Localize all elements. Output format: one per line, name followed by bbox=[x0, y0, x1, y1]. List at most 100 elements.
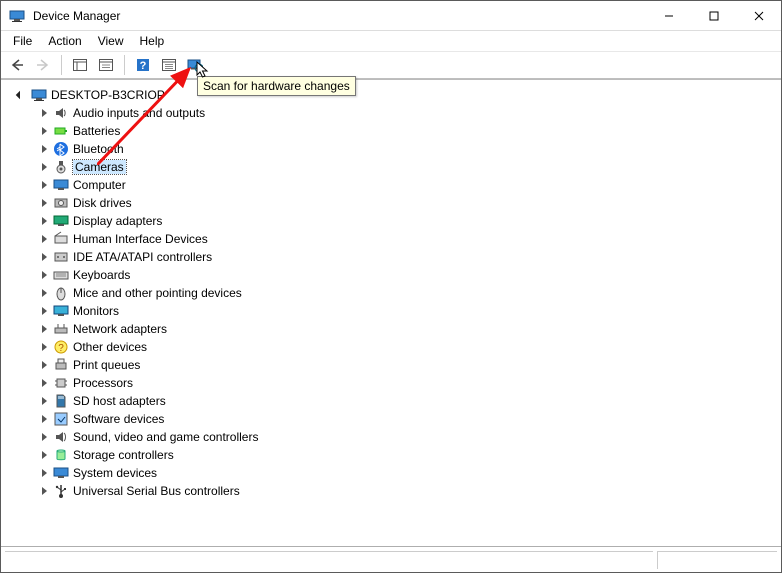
expander-icon[interactable] bbox=[37, 466, 51, 480]
back-button[interactable] bbox=[5, 53, 29, 77]
tree-item-label[interactable]: Software devices bbox=[73, 412, 164, 426]
tree-item[interactable]: Mice and other pointing devices bbox=[11, 284, 779, 302]
close-button[interactable] bbox=[736, 1, 781, 31]
tree-item-label[interactable]: Other devices bbox=[73, 340, 147, 354]
tree-item-label[interactable]: IDE ATA/ATAPI controllers bbox=[73, 250, 212, 264]
tree-item-label[interactable]: Network adapters bbox=[73, 322, 167, 336]
expander-icon[interactable] bbox=[37, 106, 51, 120]
tree-item-label[interactable]: Computer bbox=[73, 178, 126, 192]
toolbar: ? bbox=[1, 51, 781, 79]
tree-item-label[interactable]: Monitors bbox=[73, 304, 119, 318]
tree-item-label[interactable]: Processors bbox=[73, 376, 133, 390]
cpu-icon bbox=[53, 375, 69, 391]
tree-root-label[interactable]: DESKTOP-B3CRIOP bbox=[51, 88, 165, 102]
tree-item[interactable]: Monitors bbox=[11, 302, 779, 320]
camera-icon bbox=[53, 159, 69, 175]
tree-item[interactable]: Network adapters bbox=[11, 320, 779, 338]
sound-icon bbox=[53, 429, 69, 445]
device-tree-pane: DESKTOP-B3CRIOP Audio inputs and outputs B… bbox=[1, 79, 781, 546]
tree-item-label[interactable]: Human Interface Devices bbox=[73, 232, 208, 246]
expander-icon[interactable] bbox=[37, 196, 51, 210]
hid-icon bbox=[53, 231, 69, 247]
tree-item[interactable]: Cameras bbox=[11, 158, 779, 176]
show-hide-console-button[interactable] bbox=[68, 53, 92, 77]
maximize-button[interactable] bbox=[691, 1, 736, 31]
tree-item-label[interactable]: Batteries bbox=[73, 124, 120, 138]
expander-icon[interactable] bbox=[37, 250, 51, 264]
expander-icon[interactable] bbox=[37, 124, 51, 138]
menu-help[interactable]: Help bbox=[132, 32, 173, 50]
tree-item[interactable]: Computer bbox=[11, 176, 779, 194]
tree-item-label[interactable]: Storage controllers bbox=[73, 448, 174, 462]
tree-item[interactable]: Storage controllers bbox=[11, 446, 779, 464]
tree-item[interactable]: Universal Serial Bus controllers bbox=[11, 482, 779, 500]
tree-item[interactable]: Bluetooth bbox=[11, 140, 779, 158]
network-icon bbox=[53, 321, 69, 337]
expander-icon[interactable] bbox=[37, 232, 51, 246]
properties-button[interactable] bbox=[94, 53, 118, 77]
tooltip: Scan for hardware changes bbox=[197, 76, 356, 96]
minimize-button[interactable] bbox=[646, 1, 691, 31]
tree-item-label[interactable]: Universal Serial Bus controllers bbox=[73, 484, 240, 498]
tree-item-label[interactable]: Sound, video and game controllers bbox=[73, 430, 258, 444]
tree-item[interactable]: IDE ATA/ATAPI controllers bbox=[11, 248, 779, 266]
expander-icon[interactable] bbox=[15, 88, 29, 102]
tree-item[interactable]: Sound, video and game controllers bbox=[11, 428, 779, 446]
other-icon: ? bbox=[53, 339, 69, 355]
tree-item[interactable]: Software devices bbox=[11, 410, 779, 428]
tree-item-label[interactable]: Mice and other pointing devices bbox=[73, 286, 242, 300]
forward-button[interactable] bbox=[31, 53, 55, 77]
tree-item[interactable]: SD host adapters bbox=[11, 392, 779, 410]
expander-icon[interactable] bbox=[37, 178, 51, 192]
help-button[interactable]: ? bbox=[131, 53, 155, 77]
expander-icon[interactable] bbox=[37, 358, 51, 372]
expander-icon[interactable] bbox=[37, 340, 51, 354]
expander-icon[interactable] bbox=[37, 376, 51, 390]
expander-icon[interactable] bbox=[37, 448, 51, 462]
tree-item-label[interactable]: System devices bbox=[73, 466, 157, 480]
keyboard-icon bbox=[53, 267, 69, 283]
expander-icon[interactable] bbox=[37, 142, 51, 156]
tree-item[interactable]: System devices bbox=[11, 464, 779, 482]
menu-action[interactable]: Action bbox=[40, 32, 89, 50]
tree-item[interactable]: Human Interface Devices bbox=[11, 230, 779, 248]
device-tree[interactable]: DESKTOP-B3CRIOP Audio inputs and outputs B… bbox=[3, 82, 779, 500]
tree-item[interactable]: ? Other devices bbox=[11, 338, 779, 356]
separator bbox=[124, 55, 125, 75]
tree-item-label[interactable]: Audio inputs and outputs bbox=[73, 106, 205, 120]
actions-button[interactable] bbox=[157, 53, 181, 77]
menu-view[interactable]: View bbox=[90, 32, 132, 50]
expander-icon[interactable] bbox=[37, 430, 51, 444]
tree-item[interactable]: Audio inputs and outputs bbox=[11, 104, 779, 122]
sd-icon bbox=[53, 393, 69, 409]
menubar: File Action View Help bbox=[1, 31, 781, 51]
scan-hardware-button[interactable] bbox=[183, 53, 207, 77]
audio-icon bbox=[53, 105, 69, 121]
ide-icon bbox=[53, 249, 69, 265]
expander-icon[interactable] bbox=[37, 394, 51, 408]
expander-icon[interactable] bbox=[37, 412, 51, 426]
tree-item-label[interactable]: Bluetooth bbox=[73, 142, 124, 156]
expander-icon[interactable] bbox=[37, 484, 51, 498]
menu-file[interactable]: File bbox=[5, 32, 40, 50]
tree-item-label[interactable]: Print queues bbox=[73, 358, 140, 372]
tree-item-label[interactable]: Disk drives bbox=[73, 196, 132, 210]
expander-icon[interactable] bbox=[37, 268, 51, 282]
expander-icon[interactable] bbox=[37, 160, 51, 174]
expander-icon[interactable] bbox=[37, 286, 51, 300]
tree-item-label[interactable]: Keyboards bbox=[73, 268, 130, 282]
tree-item[interactable]: Disk drives bbox=[11, 194, 779, 212]
expander-icon[interactable] bbox=[37, 304, 51, 318]
tree-item-label[interactable]: SD host adapters bbox=[73, 394, 166, 408]
expander-icon[interactable] bbox=[37, 322, 51, 336]
titlebar: Device Manager bbox=[1, 1, 781, 31]
tree-item[interactable]: Print queues bbox=[11, 356, 779, 374]
tree-item[interactable]: Display adapters bbox=[11, 212, 779, 230]
tree-item[interactable]: Keyboards bbox=[11, 266, 779, 284]
tree-item[interactable]: Batteries bbox=[11, 122, 779, 140]
tree-item-label[interactable]: Display adapters bbox=[73, 214, 162, 228]
tree-item[interactable]: Processors bbox=[11, 374, 779, 392]
expander-icon[interactable] bbox=[37, 214, 51, 228]
mouse-icon bbox=[53, 285, 69, 301]
tree-item-label[interactable]: Cameras bbox=[73, 160, 126, 174]
